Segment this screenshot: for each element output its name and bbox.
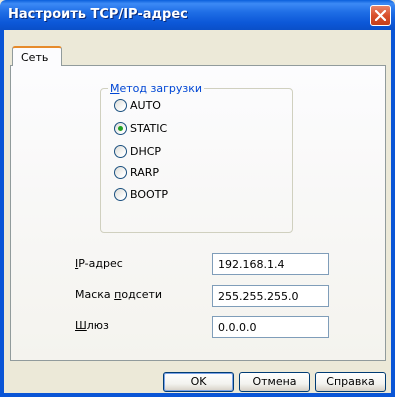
tab-network[interactable]: Сеть <box>12 46 62 66</box>
gateway-label: Шлюз <box>75 319 109 332</box>
close-icon <box>375 10 386 21</box>
gateway-label-rest: люз <box>86 319 109 332</box>
radio-dhcp-label[interactable]: DHCP <box>130 145 161 158</box>
radio-static-label[interactable]: STATIC <box>130 122 167 135</box>
radio-static[interactable]: STATIC <box>114 122 194 136</box>
boot-method-legend-rest: етод загрузки <box>119 82 203 95</box>
ok-button[interactable]: OK <box>163 372 234 392</box>
subnet-mask-label-rest: одсети <box>121 288 163 301</box>
ip-address-label-rest: P-адрес <box>78 257 123 270</box>
ip-address-label: IP-адрес <box>75 257 123 270</box>
radio-dhcp-circle[interactable] <box>114 145 127 158</box>
radio-rarp-circle[interactable] <box>114 166 127 179</box>
subnet-mask-input[interactable]: 255.255.255.0 <box>212 285 329 307</box>
title-bar[interactable]: Настроить TCP/IP-адрес <box>0 0 395 30</box>
cancel-button[interactable]: Отмена <box>239 372 310 392</box>
radio-static-circle[interactable] <box>114 122 127 135</box>
help-button[interactable]: Справка <box>315 372 386 392</box>
boot-method-legend-accel: М <box>110 82 120 95</box>
window-frame-bottom <box>0 393 395 397</box>
radio-auto-label[interactable]: AUTO <box>130 99 161 112</box>
window-frame-right <box>391 30 395 397</box>
subnet-mask-label: Маска подсети <box>75 288 162 301</box>
radio-bootp-label[interactable]: BOOTP <box>130 188 168 201</box>
gateway-label-accel: Ш <box>75 319 87 332</box>
subnet-mask-label-pre: Маска <box>75 288 115 301</box>
gateway-input[interactable]: 0.0.0.0 <box>212 316 329 338</box>
radio-rarp-label[interactable]: RARP <box>130 166 159 179</box>
ip-address-input[interactable]: 192.168.1.4 <box>212 253 329 275</box>
boot-method-legend: Метод загрузки <box>108 82 205 95</box>
tab-network-label: Сеть <box>21 51 49 64</box>
radio-rarp[interactable]: RARP <box>114 166 194 180</box>
radio-bootp[interactable]: BOOTP <box>114 188 194 202</box>
window-frame-left <box>0 30 4 397</box>
window-title: Настроить TCP/IP-адрес <box>8 7 188 22</box>
radio-dhcp[interactable]: DHCP <box>114 145 194 159</box>
radio-auto[interactable]: AUTO <box>114 99 194 113</box>
radio-bootp-circle[interactable] <box>114 188 127 201</box>
radio-auto-circle[interactable] <box>114 99 127 112</box>
radio-selected-dot <box>118 126 123 131</box>
close-button[interactable] <box>370 5 391 26</box>
